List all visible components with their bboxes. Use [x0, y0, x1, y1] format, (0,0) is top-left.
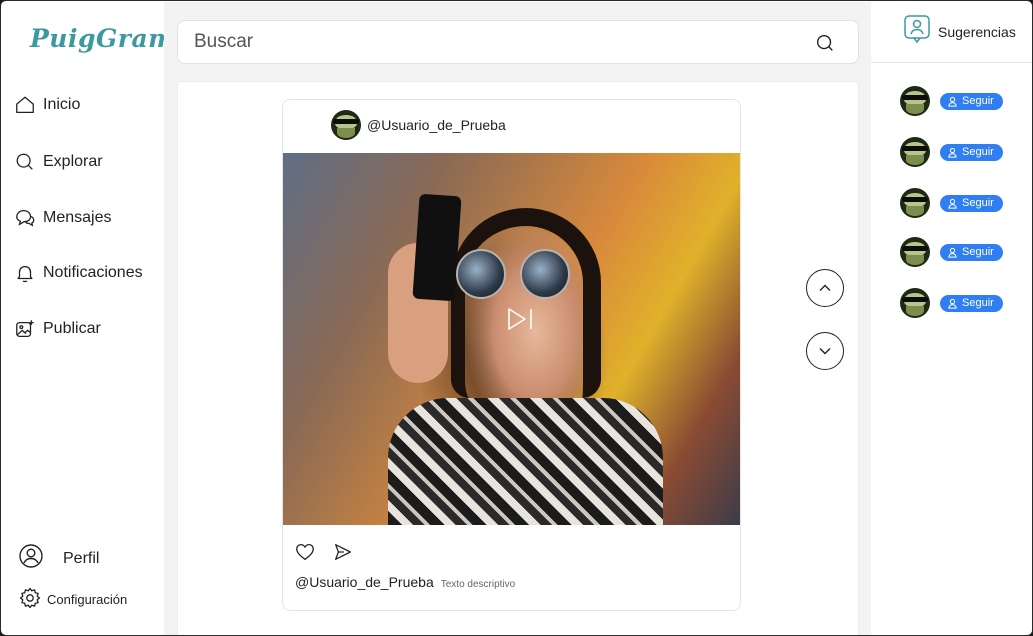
- sidebar-item-label: Publicar: [43, 320, 101, 337]
- chevron-down-icon: [819, 348, 831, 355]
- next-post-button[interactable]: [806, 332, 844, 370]
- avatar[interactable]: [900, 288, 930, 318]
- sidebar-item-label: Configuración: [47, 592, 128, 607]
- heart-icon[interactable]: [294, 541, 316, 568]
- follow-button[interactable]: Seguir: [940, 194, 1003, 212]
- follow-button[interactable]: Seguir: [940, 294, 1003, 312]
- user-icon: [948, 147, 957, 158]
- gear-icon: [18, 586, 42, 613]
- avatar[interactable]: [900, 188, 930, 218]
- follow-button[interactable]: Seguir: [940, 243, 1003, 261]
- post-actions: [294, 541, 354, 568]
- search-input[interactable]: [194, 31, 794, 53]
- previous-post-button[interactable]: [806, 269, 844, 307]
- chat-bubbles-icon: [12, 205, 38, 231]
- bell-icon: [12, 260, 38, 286]
- post-video[interactable]: [283, 153, 740, 525]
- sidebar-item-configuracion[interactable]: Configuración: [18, 586, 127, 613]
- suggestion-item: Seguir: [900, 188, 1003, 218]
- sidebar: PuigGram Inicio Explorar Mensajes Notifi…: [2, 2, 175, 634]
- sidebar-item-explorar[interactable]: Explorar: [12, 147, 103, 177]
- follow-button[interactable]: Seguir: [940, 143, 1003, 161]
- sidebar-item-label: Notificaciones: [43, 264, 143, 281]
- sidebar-item-label: Perfil: [63, 549, 100, 567]
- user-icon: [948, 298, 957, 309]
- avatar[interactable]: [900, 237, 930, 267]
- avatar[interactable]: [900, 86, 930, 116]
- avatar[interactable]: [331, 110, 361, 140]
- sidebar-item-label: Explorar: [43, 153, 103, 170]
- suggestion-item: Seguir: [900, 288, 1003, 318]
- sidebar-item-notificaciones[interactable]: Notificaciones: [12, 258, 143, 288]
- user-icon: [948, 198, 957, 209]
- sidebar-item-perfil[interactable]: Perfil: [18, 543, 99, 574]
- app-logo[interactable]: PuigGram: [30, 24, 175, 53]
- search-bar: [177, 20, 859, 64]
- suggestions-header: Sugerencias: [871, 2, 1032, 63]
- sidebar-item-mensajes[interactable]: Mensajes: [12, 203, 111, 233]
- sidebar-item-label: Mensajes: [43, 209, 112, 226]
- user-icon: [948, 96, 957, 107]
- add-photo-icon: [12, 316, 38, 342]
- post-card: @Usuario_de_Prueba @Usuario_de_Prueba Te…: [282, 99, 741, 611]
- user-circle-icon: [18, 543, 44, 574]
- feed: @Usuario_de_Prueba @Usuario_de_Prueba Te…: [177, 81, 859, 635]
- suggestions-panel: Sugerencias Seguir Seguir Seguir Seguir …: [871, 2, 1032, 635]
- send-icon[interactable]: [332, 541, 354, 568]
- caption-username[interactable]: @Usuario_de_Prueba: [295, 574, 434, 590]
- suggestion-item: Seguir: [900, 86, 1003, 116]
- post-username[interactable]: @Usuario_de_Prueba: [367, 117, 506, 133]
- caption-text: Texto descriptivo: [440, 579, 516, 590]
- user-icon: [948, 247, 957, 258]
- avatar[interactable]: [900, 137, 930, 167]
- post-caption: @Usuario_de_Prueba Texto descriptivo: [295, 574, 515, 590]
- follow-button[interactable]: Seguir: [940, 92, 1003, 110]
- user-badge-icon: [902, 14, 932, 51]
- sidebar-item-label: Inicio: [43, 96, 81, 113]
- main-content: @Usuario_de_Prueba: [164, 2, 871, 635]
- play-pause-icon[interactable]: [505, 305, 537, 333]
- search-icon: [12, 149, 38, 175]
- sidebar-item-publicar[interactable]: Publicar: [12, 314, 101, 344]
- suggestion-item: Seguir: [900, 237, 1003, 267]
- chevron-up-icon: [819, 284, 831, 291]
- app-window: PuigGram Inicio Explorar Mensajes Notifi…: [0, 0, 1033, 636]
- suggestion-item: Seguir: [900, 137, 1003, 167]
- suggestions-title: Sugerencias: [938, 24, 1016, 40]
- post-header: @Usuario_de_Prueba: [331, 109, 506, 141]
- search-icon[interactable]: [814, 32, 836, 54]
- sidebar-item-inicio[interactable]: Inicio: [12, 90, 80, 120]
- home-icon: [12, 92, 38, 118]
